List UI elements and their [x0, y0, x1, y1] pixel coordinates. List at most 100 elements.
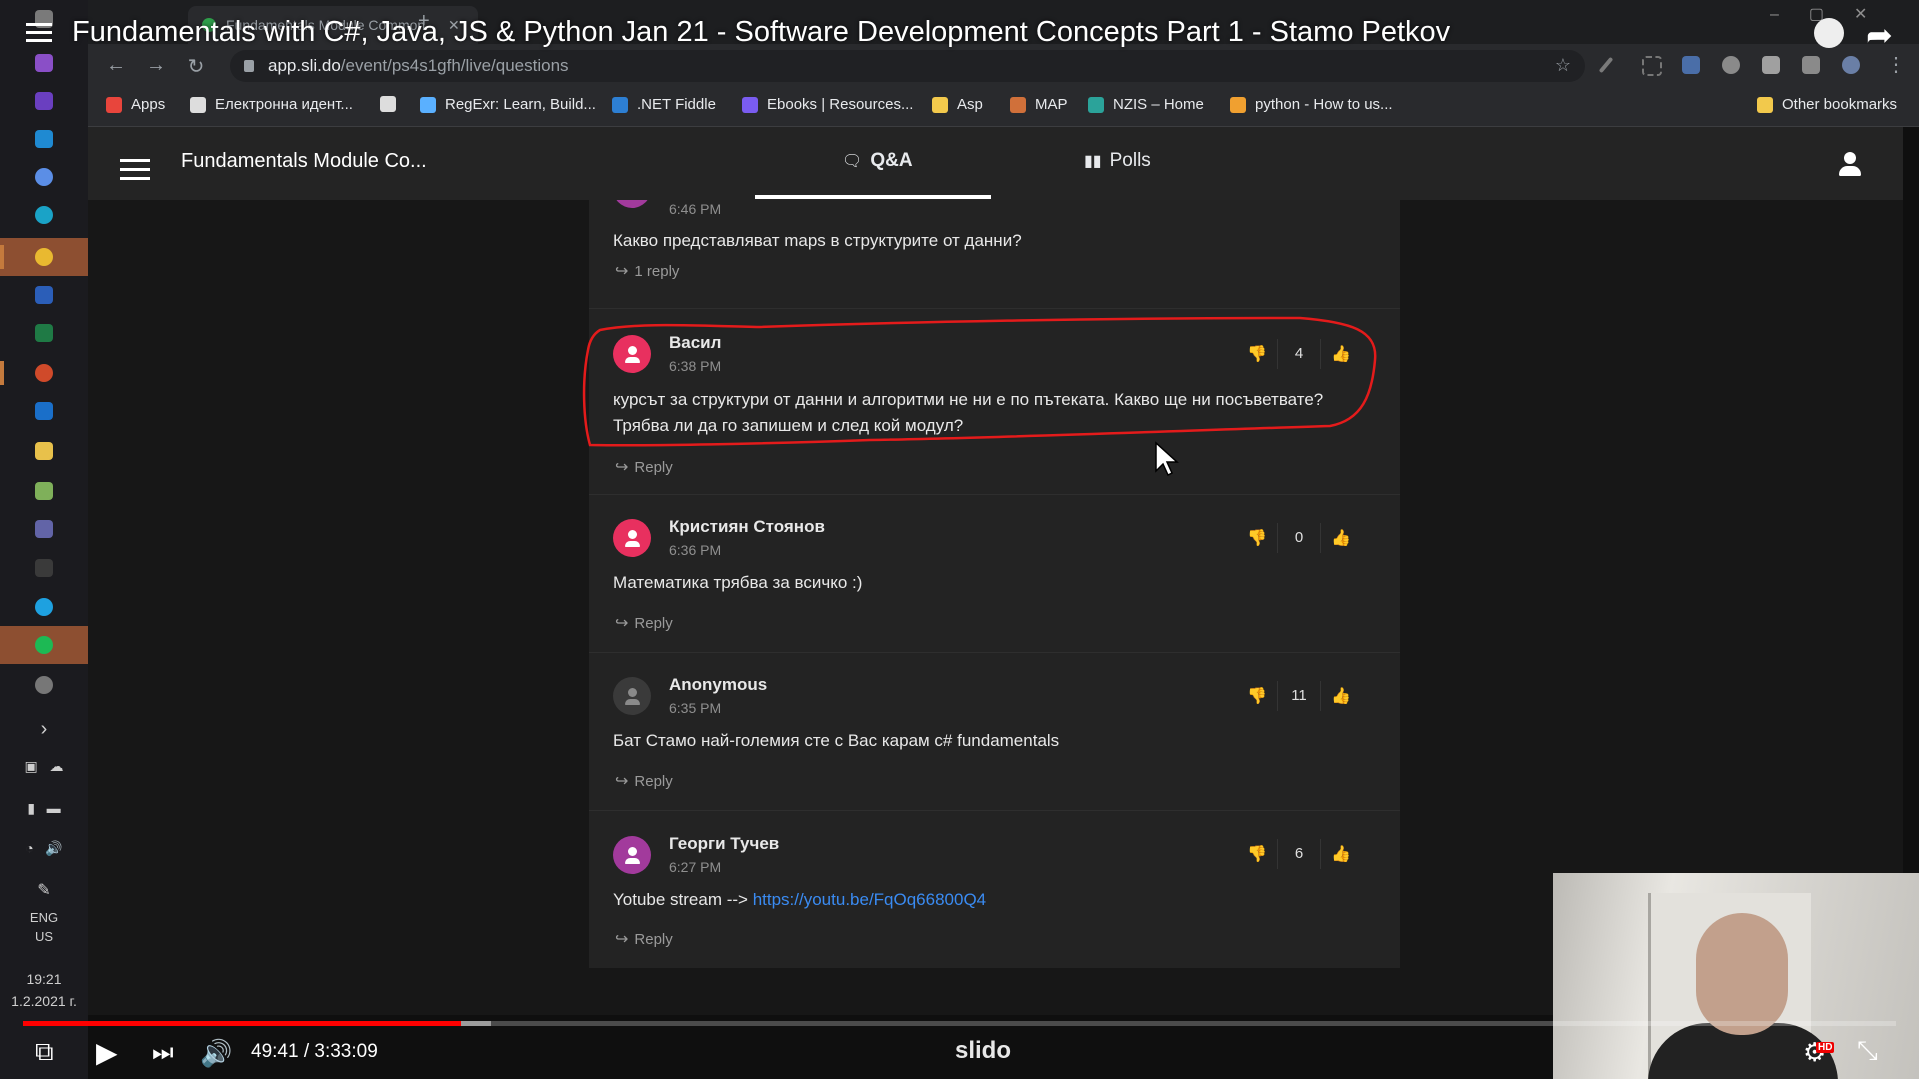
reply-icon: ↪ — [615, 773, 629, 790]
forward-icon[interactable]: → — [143, 54, 169, 77]
extension-2-icon[interactable] — [1722, 56, 1740, 74]
settings-icon[interactable] — [0, 666, 88, 704]
skype-icon[interactable] — [0, 588, 88, 626]
bookmark-favicon-icon — [106, 96, 122, 113]
exit-fullscreen-icon[interactable]: ⤡ — [1857, 1035, 1878, 1067]
file-explorer-icon[interactable] — [0, 432, 88, 470]
edge-icon[interactable] — [0, 196, 88, 234]
thumbs-down-icon[interactable]: 👎 — [1237, 686, 1277, 706]
bookmark-favicon-icon — [190, 96, 206, 113]
question-text: Какво представляват maps в структурите о… — [613, 231, 1022, 250]
bookmarks-bar — [88, 88, 1919, 127]
bookmark-item[interactable]: NZIS – Home — [1088, 96, 1204, 113]
lock-icon — [244, 60, 254, 72]
question-author: Георги Тучев — [669, 834, 780, 853]
miniplayer-icon[interactable]: ⧉ — [35, 1036, 54, 1068]
bookmark-item[interactable]: Ebooks | Resources... — [742, 96, 913, 113]
teams-icon[interactable] — [0, 510, 88, 548]
bookmark-star-icon[interactable]: ☆ — [1555, 55, 1571, 76]
slido-logo: slido — [955, 1037, 1012, 1064]
url-path: /event/ps4s1gfh/live/questions — [340, 56, 569, 75]
system-clock[interactable]: 19:21 1.2.2021 г. — [0, 968, 88, 1012]
bookmark-item[interactable]: RegExr: Learn, Build... — [420, 96, 596, 113]
question-time: 6:36 PM — [669, 542, 722, 558]
reply-button[interactable]: ↪ Reply — [615, 457, 673, 477]
url-input[interactable]: app.sli.do/event/ps4s1gfh/live/questions… — [230, 50, 1585, 82]
windows-taskbar: › ▣ ☁ ▮ ▬ ◔ 🔊 ✎ ENG US 19:21 1.2.2021 г. — [0, 0, 88, 1079]
extensions-puzzle-icon[interactable] — [1802, 56, 1820, 74]
powerpoint-icon[interactable] — [0, 354, 88, 392]
vote-controls: 👎 0 👍 — [1237, 522, 1371, 554]
bookmark-item[interactable]: .NET Fiddle — [612, 96, 716, 113]
thumbs-down-icon[interactable]: 👎 — [1237, 844, 1277, 864]
vscode-icon[interactable] — [0, 120, 88, 158]
avatar — [613, 836, 651, 874]
hamburger-menu-icon[interactable] — [120, 153, 150, 186]
language-indicator[interactable]: ENG US — [0, 910, 88, 944]
bookmark-favicon-icon — [1010, 96, 1026, 113]
bookmark-item[interactable]: Asp — [932, 96, 983, 113]
vote-controls: 👎 4 👍 — [1237, 338, 1371, 370]
image-viewer-icon[interactable] — [0, 472, 88, 510]
extension-3-icon[interactable] — [1762, 56, 1780, 74]
thumbs-up-icon[interactable]: 👍 — [1321, 686, 1361, 706]
word-icon[interactable] — [0, 276, 88, 314]
reply-button[interactable]: ↪ Reply — [615, 771, 673, 791]
excel-icon[interactable] — [0, 314, 88, 352]
bookmark-item[interactable]: Електронна идент... — [190, 96, 353, 113]
user-account-icon[interactable] — [1839, 152, 1861, 176]
mouse-cursor-icon — [1155, 441, 1179, 477]
vote-controls: 👎 6 👍 — [1237, 838, 1371, 870]
other-bookmarks[interactable]: Other bookmarks — [1757, 96, 1897, 113]
thumbs-down-icon[interactable]: 👎 — [1237, 528, 1277, 548]
bookmark-item[interactable] — [380, 96, 405, 112]
volume-icon[interactable]: 🔊 — [200, 1038, 232, 1069]
questions-feed: 6:46 PM Какво представляват maps в струк… — [589, 200, 1400, 968]
profile-avatar[interactable] — [1842, 56, 1860, 74]
video-title[interactable]: Fundamentals with C#, Java, JS & Python … — [72, 16, 1450, 49]
thumbs-up-icon[interactable]: 👍 — [1321, 344, 1361, 364]
back-icon[interactable]: ← — [103, 54, 129, 77]
bookmark-item[interactable]: python - How to us... — [1230, 96, 1393, 113]
folder-icon — [1757, 96, 1773, 113]
terminal-icon[interactable] — [0, 549, 88, 587]
reload-icon[interactable]: ↻ — [183, 54, 209, 79]
outlook-icon[interactable] — [0, 392, 88, 430]
hd-badge: HD — [1816, 1042, 1835, 1053]
tray-icons[interactable]: ▣ ☁ — [0, 758, 88, 775]
reply-button[interactable]: ↪ Reply — [615, 929, 673, 949]
youtube-playlist-icon[interactable] — [26, 18, 52, 47]
spotify-icon[interactable] — [0, 626, 88, 664]
chrome-icon[interactable] — [0, 238, 88, 276]
tab-polls[interactable]: ▮▮ Polls — [1084, 150, 1151, 172]
question-item: Anonymous 6:35 PM 👎 11 👍 Бат Стамо най-г… — [589, 652, 1400, 811]
bookmark-item[interactable]: MAP — [1010, 96, 1068, 113]
bookmark-item[interactable]: Apps — [106, 96, 165, 113]
thumbs-up-icon[interactable]: 👍 — [1321, 844, 1361, 864]
screenshot-extension-icon[interactable] — [1642, 56, 1662, 76]
extension-1-icon[interactable] — [1682, 56, 1700, 74]
share-icon[interactable]: ➦ — [1866, 16, 1893, 54]
question-time: 6:46 PM — [669, 201, 722, 217]
visual-studio-icon[interactable] — [0, 44, 88, 82]
reply-button[interactable]: ↪ Reply — [615, 613, 673, 633]
thumbs-up-icon[interactable]: 👍 — [1321, 528, 1361, 548]
next-icon[interactable]: ⏭ — [152, 1039, 174, 1067]
watch-later-icon[interactable] — [1814, 18, 1844, 48]
thumbs-down-icon[interactable]: 👎 — [1237, 344, 1277, 364]
play-icon[interactable]: ▶ — [96, 1036, 118, 1069]
question-text: Бат Стамо най-големия сте с Вас карам c#… — [613, 731, 1060, 750]
vote-count: 11 — [1277, 681, 1321, 711]
browser-menu-icon[interactable]: ⋮ — [1886, 52, 1906, 77]
chevron-right-icon[interactable]: › — [0, 718, 88, 741]
tray-icons-2[interactable]: ▮ ▬ — [0, 800, 88, 817]
browser-icon[interactable] — [0, 158, 88, 196]
youtube-link[interactable]: https://youtu.be/FqOq66800Q4 — [753, 890, 986, 909]
tab-qa[interactable]: 🗨 Q&A — [842, 150, 913, 172]
reply-icon: ↪ — [615, 615, 629, 632]
network-volume-icons[interactable]: ◔ 🔊 — [0, 840, 88, 857]
visual-studio-2-icon[interactable] — [0, 82, 88, 120]
pen-icon[interactable]: ✎ — [0, 880, 88, 900]
vote-count: 6 — [1277, 839, 1321, 869]
reply-button[interactable]: ↪ 1 reply — [615, 261, 679, 281]
